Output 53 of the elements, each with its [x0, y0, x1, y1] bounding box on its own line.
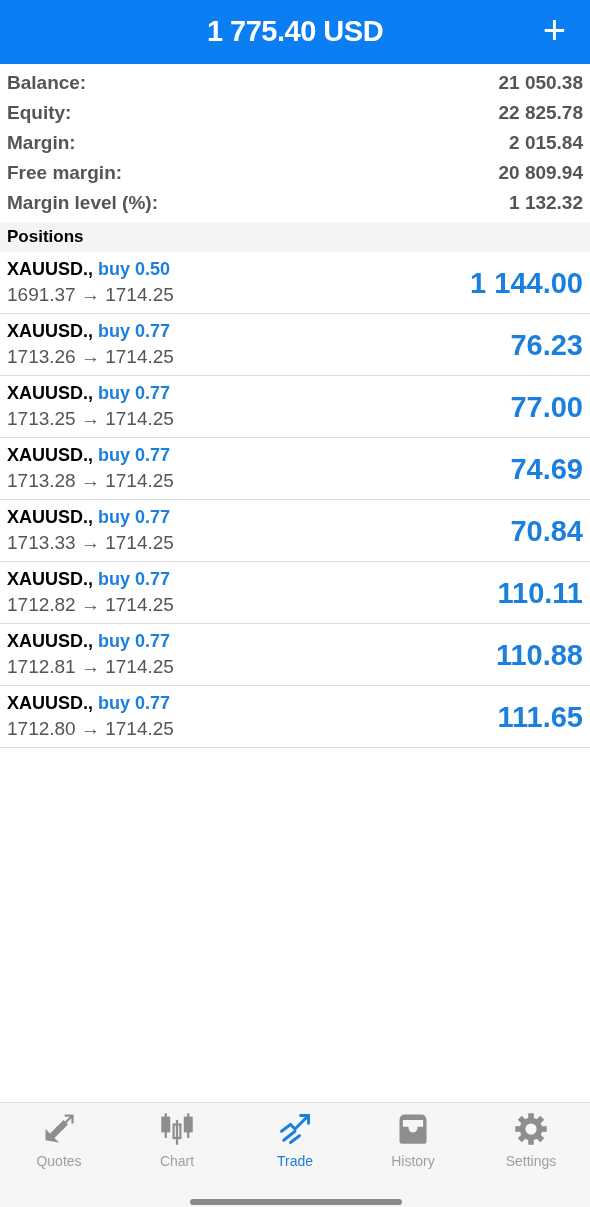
symbol: XAUUSD.,	[7, 319, 93, 343]
profit-value: 110.11	[497, 575, 583, 611]
trend-arrow-icon	[277, 1111, 313, 1147]
price-range: 1691.37 → 1714.25	[7, 282, 174, 307]
profit-value: 74.69	[510, 451, 583, 487]
price-range: 1712.81 → 1714.25	[7, 654, 174, 679]
summary-value: 22 825.78	[498, 100, 583, 125]
order-type: buy 0.77	[98, 443, 171, 467]
profit-value: 77.00	[510, 389, 583, 425]
profit-value: 1 144.00	[470, 265, 583, 301]
order-type: buy 0.50	[98, 257, 171, 281]
summary-value: 2 015.84	[509, 130, 583, 155]
order-type: buy 0.77	[98, 567, 171, 591]
summary-label: Margin level (%):	[7, 190, 158, 215]
profit-value: 111.65	[497, 699, 583, 735]
order-type: buy 0.77	[98, 691, 171, 715]
symbol: XAUUSD.,	[7, 691, 93, 715]
price-range: 1713.26 → 1714.25	[7, 344, 174, 369]
tab[interactable]: Chart	[118, 1111, 236, 1172]
order-type: buy 0.77	[98, 629, 171, 653]
order-type: buy 0.77	[98, 319, 171, 343]
profit-value: 70.84	[510, 513, 583, 549]
price-range: 1712.80 → 1714.25	[7, 716, 174, 741]
symbol: XAUUSD.,	[7, 567, 93, 591]
summary-value: 21 050.38	[498, 70, 583, 95]
tab[interactable]: Settings	[472, 1111, 590, 1172]
summary-value: 1 132.32	[509, 190, 583, 215]
symbol: XAUUSD.,	[7, 257, 93, 281]
profit-value: 76.23	[510, 327, 583, 363]
tab[interactable]: Trade	[236, 1111, 354, 1172]
order-type: buy 0.77	[98, 505, 171, 529]
add-button[interactable]: +	[542, 10, 566, 50]
candlestick-icon	[159, 1111, 195, 1147]
section-header: Positions	[7, 226, 84, 249]
settings-icon	[513, 1111, 549, 1147]
price-range: 1713.33 → 1714.25	[7, 530, 174, 555]
symbol: XAUUSD.,	[7, 629, 93, 653]
symbol: XAUUSD.,	[7, 381, 93, 405]
summary-label: Margin:	[7, 130, 76, 155]
profit-value: 110.88	[495, 637, 583, 673]
summary-label: Free margin:	[7, 160, 123, 185]
summary-label: Balance:	[7, 70, 87, 95]
summary-value: 20 809.94	[498, 160, 583, 185]
price-range: 1713.28 → 1714.25	[7, 468, 174, 493]
price-range: 1713.25 → 1714.25	[7, 406, 174, 431]
price-range: 1712.82 → 1714.25	[7, 592, 174, 617]
tab[interactable]: History	[354, 1111, 472, 1172]
account-profit-title: 1 775.40 USD	[206, 14, 384, 50]
order-type: buy 0.77	[98, 381, 171, 405]
symbol: XAUUSD.,	[7, 443, 93, 467]
tab[interactable]: Quotes	[0, 1111, 118, 1172]
summary-label: Equity:	[7, 100, 72, 125]
symbol: XAUUSD.,	[7, 505, 93, 529]
